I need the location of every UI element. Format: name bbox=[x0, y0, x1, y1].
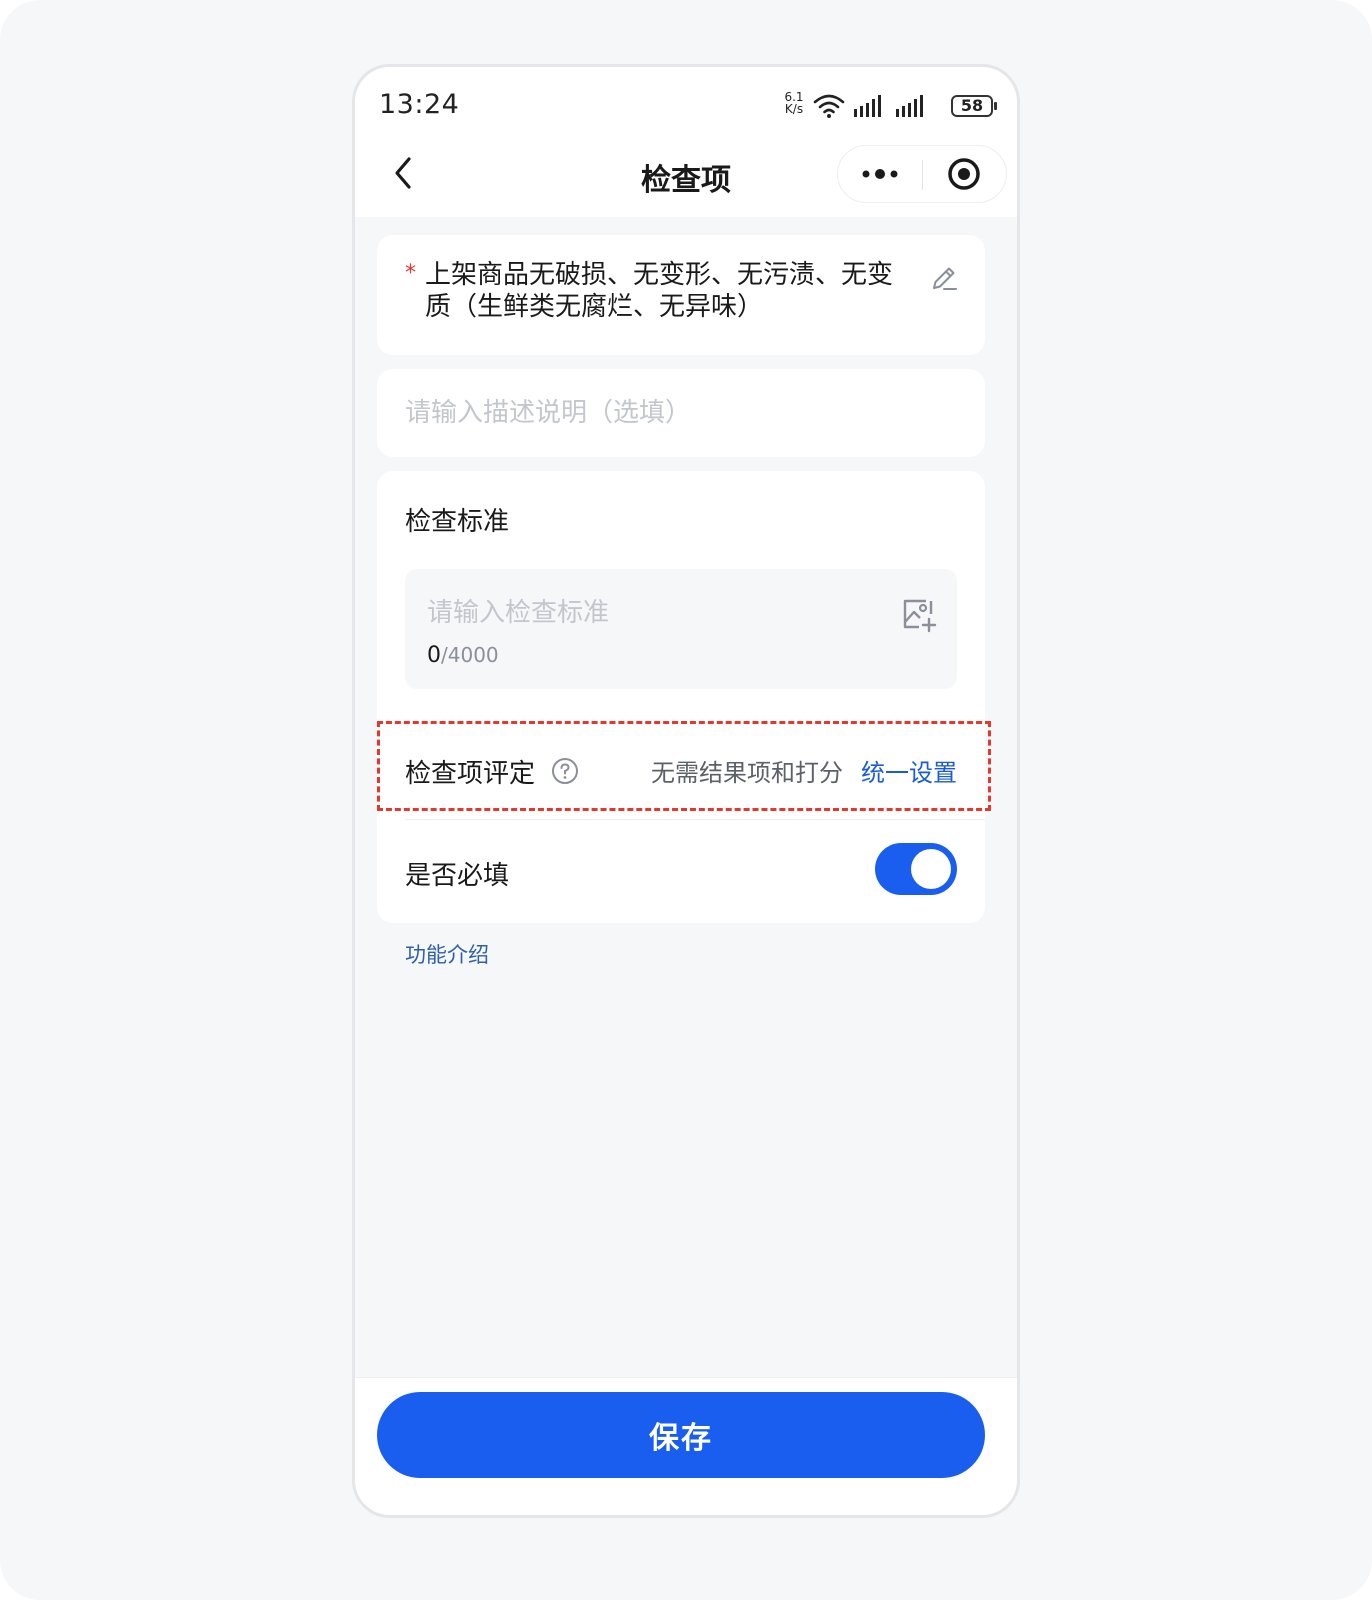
footer-bar: 保存 bbox=[355, 1377, 1017, 1515]
save-button[interactable]: 保存 bbox=[377, 1392, 985, 1478]
more-dots-icon bbox=[862, 169, 898, 179]
battery-indicator: 58 bbox=[951, 95, 993, 117]
question-circle-icon bbox=[552, 758, 578, 784]
standard-box: 0/4000 bbox=[405, 569, 957, 689]
capsule-divider bbox=[922, 160, 923, 190]
feature-intro-link[interactable]: 功能介绍 bbox=[405, 939, 489, 969]
screenshot-canvas: 13:24 6.1 K/s 58 检查项 * 上架商品无破损、无变形、无污渍、无… bbox=[0, 0, 1372, 1600]
network-speed: 6.1 K/s bbox=[784, 90, 804, 116]
required-label: 是否必填 bbox=[405, 861, 510, 891]
image-add-icon bbox=[903, 599, 937, 633]
more-button[interactable] bbox=[838, 146, 922, 202]
battery-tip bbox=[994, 102, 997, 110]
phone-frame: 13:24 6.1 K/s 58 检查项 * 上架商品无破损、无变形、无污渍、无… bbox=[352, 64, 1020, 1518]
add-image-button[interactable] bbox=[901, 597, 937, 633]
item-title: 上架商品无破损、无变形、无污渍、无变质（生鲜类无腐烂、无异味） bbox=[425, 260, 894, 322]
rating-value: 无需结果项和打分 bbox=[651, 759, 843, 787]
char-count: 0 bbox=[427, 643, 441, 668]
required-mark: * bbox=[405, 261, 416, 286]
wifi-icon bbox=[813, 94, 845, 118]
description-card bbox=[377, 369, 985, 457]
close-mini-program-button[interactable] bbox=[924, 146, 1006, 202]
item-title-card: * 上架商品无破损、无变形、无污渍、无变质（生鲜类无腐烂、无异味） bbox=[377, 235, 985, 355]
signal-icon-1 bbox=[854, 95, 881, 117]
header: 13:24 6.1 K/s 58 检查项 bbox=[355, 67, 1017, 217]
signal-icon-2 bbox=[896, 95, 923, 117]
target-close-icon bbox=[948, 158, 980, 190]
standard-input[interactable] bbox=[427, 593, 867, 633]
edit-title-button[interactable] bbox=[929, 263, 959, 293]
toggle-knob bbox=[911, 849, 951, 889]
rating-row[interactable]: 检查项评定 无需结果项和打分 统一设置 bbox=[377, 723, 985, 815]
status-time: 13:24 bbox=[379, 89, 460, 120]
char-max: /4000 bbox=[441, 643, 499, 667]
divider bbox=[405, 819, 985, 820]
required-toggle[interactable] bbox=[875, 843, 957, 895]
mini-program-capsule bbox=[837, 145, 1007, 203]
pencil-icon bbox=[933, 267, 957, 290]
help-button[interactable] bbox=[551, 757, 579, 785]
char-counter: 0/4000 bbox=[427, 643, 499, 668]
description-input[interactable] bbox=[405, 391, 945, 435]
standard-label: 检查标准 bbox=[405, 507, 510, 537]
unified-settings-link[interactable]: 统一设置 bbox=[861, 753, 957, 788]
rating-label: 检查项评定 bbox=[405, 759, 536, 789]
settings-card: 检查标准 0/4000 检查项评定 bbox=[377, 471, 991, 923]
